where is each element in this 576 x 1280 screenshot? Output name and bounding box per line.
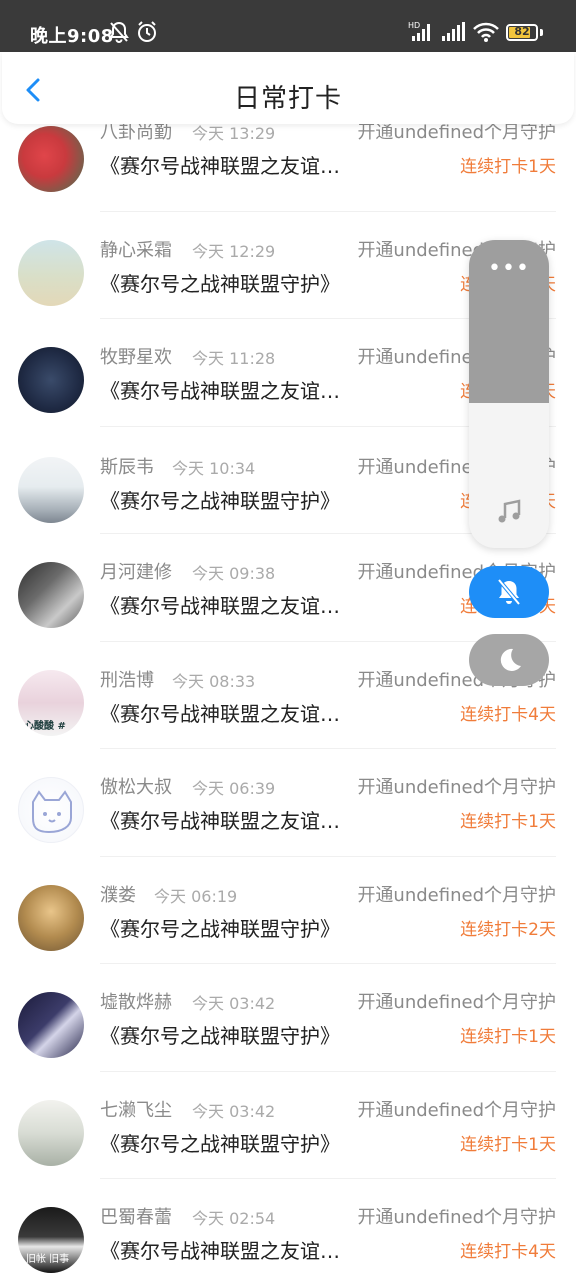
moon-icon: [500, 648, 521, 671]
bell-off-icon: [108, 20, 130, 48]
course-title: 《赛尔号战神联盟之友谊…: [100, 154, 340, 178]
course-title: 《赛尔号之战神联盟守护》: [100, 1024, 340, 1048]
course-title: 《赛尔号之战神联盟守护》: [100, 916, 340, 941]
user-name[interactable]: 月河建修: [100, 558, 172, 584]
user-name[interactable]: 濮娄: [100, 881, 136, 907]
course-title: 《赛尔号战神联盟之友谊…: [100, 701, 340, 726]
checkin-time: 今天 03:42: [192, 994, 276, 1013]
course-title: 《赛尔号之战神联盟守护》: [100, 1131, 340, 1156]
checkin-time: 今天 06:19: [154, 886, 238, 906]
page-title: 日常打卡: [233, 84, 342, 114]
user-name[interactable]: 七濑飞尘: [100, 1096, 172, 1122]
app-header: 日常打卡: [2, 52, 574, 124]
more-dots-icon[interactable]: •••: [469, 256, 549, 281]
battery-level: 82: [514, 25, 530, 38]
user-avatar[interactable]: 心酸酸 #: [18, 669, 84, 736]
streak-badge: 连续打卡4天: [460, 704, 556, 725]
streak-badge: 连续打卡1天: [460, 1027, 556, 1047]
status-time: 晚上9:08: [30, 26, 114, 47]
checkin-time: 今天 03:42: [192, 1101, 276, 1121]
checkin-time: 今天 11:28: [192, 349, 276, 368]
user-name[interactable]: 傲松大叔: [100, 773, 172, 799]
cat-doodle-icon: [32, 790, 72, 834]
checkin-time: 今天 09:38: [192, 564, 276, 583]
user-avatar[interactable]: 旧帐 旧事: [18, 1207, 84, 1273]
mute-toggle-button[interactable]: [469, 566, 549, 618]
checkin-time: 今天 10:34: [172, 458, 256, 478]
alarm-clock-icon: [136, 20, 158, 48]
user-avatar[interactable]: [18, 884, 84, 951]
wifi-icon: [472, 20, 500, 48]
user-avatar[interactable]: [18, 992, 84, 1058]
checkin-time: 今天 02:54: [192, 1209, 276, 1228]
course-title: 《赛尔号之战神联盟守护》: [100, 271, 340, 296]
avatar-caption: 心酸酸 #: [24, 720, 66, 732]
course-title: 《赛尔号战神联盟之友谊…: [100, 379, 340, 403]
checkin-time: 今天 06:39: [192, 779, 276, 798]
user-name[interactable]: 静心采霜: [100, 236, 172, 262]
streak-badge: 连续打卡1天: [460, 157, 556, 177]
user-name[interactable]: 巴蜀春蕾: [100, 1203, 172, 1229]
user-avatar[interactable]: [18, 777, 84, 843]
guard-status: 开通undefined个月守护: [357, 1207, 556, 1228]
course-title: 《赛尔号战神联盟之友谊…: [100, 594, 340, 618]
hd-signal-icon: HD: [408, 20, 436, 48]
user-avatar[interactable]: [18, 126, 84, 192]
streak-badge: 连续打卡1天: [460, 1134, 556, 1155]
status-bar: 晚上9:08 HD 82: [0, 0, 576, 52]
user-name[interactable]: 斯辰韦: [100, 453, 154, 479]
user-avatar[interactable]: [18, 347, 84, 413]
checkin-time: 今天 12:29: [192, 241, 276, 261]
guard-status: 开通undefined个月守护: [357, 884, 556, 906]
checkin-row[interactable]: 旧帐 旧事 巴蜀春蕾 今天 02:54 开通undefined个月守护 《赛尔号战神联盟…: [0, 1179, 576, 1280]
user-name[interactable]: 墟散烨赫: [100, 988, 172, 1014]
cell-signal-icon: [440, 20, 468, 48]
bell-off-icon: [497, 578, 521, 606]
streak-badge: 连续打卡2天: [460, 919, 556, 940]
user-avatar[interactable]: [18, 239, 84, 306]
course-title: 《赛尔号之战神联盟守护》: [100, 488, 340, 513]
battery-icon: 82: [506, 24, 538, 41]
checkin-row[interactable]: 濮娄 今天 06:19 开通undefined个月守护 《赛尔号之战神联盟守护》 连续打…: [0, 857, 576, 964]
checkin-row[interactable]: 傲松大叔 今天 06:39 开通undefined个月守护 《赛尔号战神联盟之友谊… 连…: [0, 749, 576, 857]
checkin-row[interactable]: 墟散烨赫 今天 03:42 开通undefined个月守护 《赛尔号之战神联盟守护》 连…: [0, 964, 576, 1072]
course-title: 《赛尔号战神联盟之友谊…: [100, 1239, 340, 1263]
user-avatar[interactable]: [18, 562, 84, 628]
network-label: HD: [408, 21, 420, 30]
user-name[interactable]: 刑浩博: [100, 666, 154, 692]
streak-badge: 连续打卡1天: [460, 812, 556, 832]
user-name[interactable]: 牧野星欢: [100, 343, 172, 369]
course-title: 《赛尔号战神联盟之友谊…: [100, 809, 340, 833]
user-avatar[interactable]: [18, 1099, 84, 1166]
music-note-icon[interactable]: [495, 498, 523, 530]
guard-status: 开通undefined个月守护: [357, 777, 556, 798]
battery-cap: [540, 29, 543, 36]
night-mode-button[interactable]: [469, 634, 549, 686]
user-avatar[interactable]: [18, 456, 84, 523]
floating-volume-panel[interactable]: •••: [469, 240, 549, 548]
guard-status: 开通undefined个月守护: [357, 992, 556, 1013]
checkin-row[interactable]: 七濑飞尘 今天 03:42 开通undefined个月守护 《赛尔号之战神联盟守护》 连…: [0, 1072, 576, 1179]
streak-badge: 连续打卡4天: [460, 1242, 556, 1262]
checkin-time: 今天 08:33: [172, 671, 256, 691]
avatar-caption: 旧帐 旧事: [26, 1254, 70, 1265]
guard-status: 开通undefined个月守护: [357, 1099, 556, 1121]
